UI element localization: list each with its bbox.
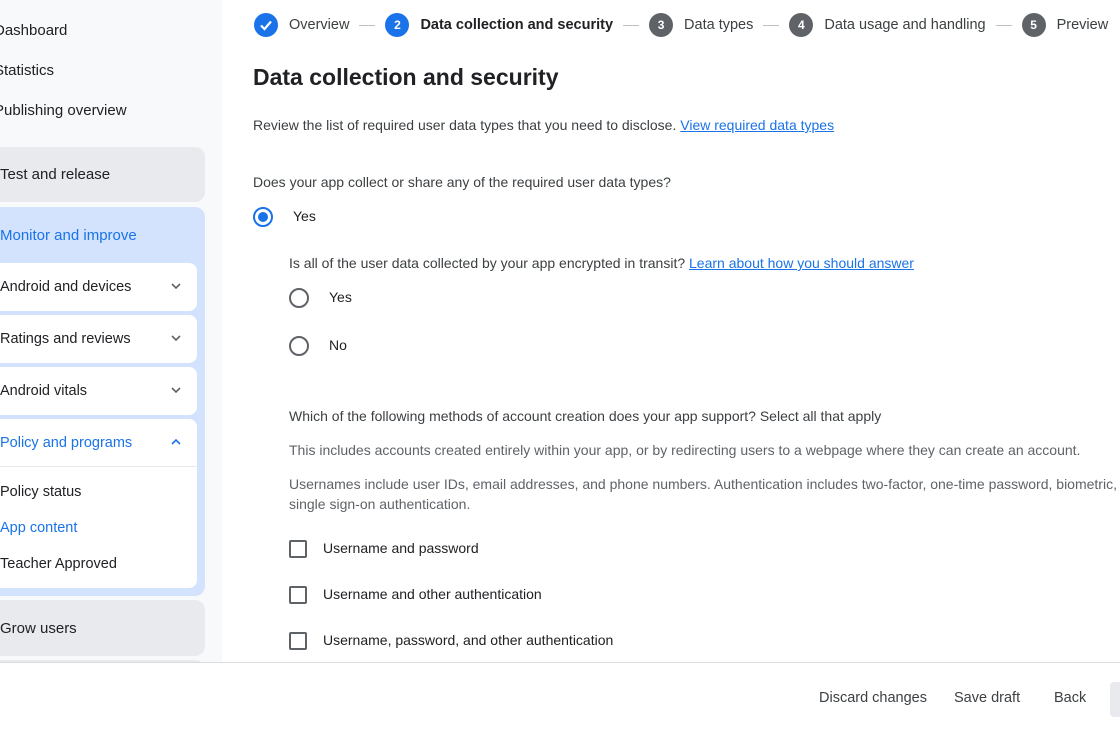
footer-action-bar: Discard changes Save draft Back	[0, 662, 1120, 731]
divider	[0, 466, 197, 467]
question-encrypted: Is all of the user data collected by you…	[289, 255, 914, 271]
step-number: 2	[385, 13, 410, 37]
chevron-down-icon	[171, 335, 181, 342]
step-label: Overview	[289, 17, 350, 33]
step-number: 4	[789, 13, 814, 37]
username-other-auth-label[interactable]: Username and other authentication	[323, 586, 542, 602]
username-other-auth-checkbox[interactable]	[289, 586, 307, 604]
sidebar-subitem-policy-status[interactable]: Policy status	[0, 484, 81, 500]
discard-changes-button[interactable]: Discard changes	[819, 690, 927, 706]
stepper: Overview 2 Data collection and security …	[254, 12, 1108, 38]
step-label: Data collection and security	[420, 17, 614, 33]
step-separator	[763, 24, 780, 26]
sidebar-item-label: Android vitals	[0, 383, 88, 399]
sidebar-item-ratings-and-reviews[interactable]: Ratings and reviews	[0, 315, 197, 363]
encrypted-yes-label[interactable]: Yes	[329, 289, 352, 305]
step-separator	[995, 24, 1012, 26]
back-button[interactable]: Back	[1054, 690, 1086, 706]
sidebar-subitem-app-content[interactable]: App content	[0, 520, 77, 536]
account-usernames-description: Usernames include user IDs, email addres…	[289, 476, 1117, 492]
check-icon	[254, 13, 278, 37]
account-creation-description: This includes accounts created entirely …	[289, 442, 1081, 458]
sidebar-item-label: Policy and programs	[0, 435, 133, 451]
step-number: 5	[1021, 13, 1046, 37]
intro-text: Review the list of required user data ty…	[253, 117, 834, 133]
username-password-label[interactable]: Username and password	[323, 540, 479, 556]
step-number: 3	[649, 13, 674, 37]
section-label: Grow users	[0, 620, 77, 637]
question-collect-data: Does your app collect or share any of th…	[253, 174, 671, 190]
encrypted-no-radio[interactable]	[289, 336, 309, 356]
step-preview[interactable]: 5 Preview	[1021, 13, 1109, 37]
next-button[interactable]	[1110, 682, 1120, 717]
step-data-collection[interactable]: 2 Data collection and security	[385, 13, 613, 37]
section-label[interactable]: Monitor and improve	[0, 227, 137, 244]
step-separator	[359, 24, 376, 26]
page-title: Data collection and security	[253, 64, 559, 90]
account-usernames-description-cont: single sign-on authentication.	[289, 496, 471, 512]
intro-label: Review the list of required user data ty…	[253, 117, 677, 133]
collect-yes-radio[interactable]	[253, 207, 273, 227]
step-label: Preview	[1056, 17, 1109, 33]
question-account-creation: Which of the following methods of accoun…	[289, 408, 882, 424]
sidebar-item-label: Ratings and reviews	[0, 331, 131, 347]
sidebar-item-statistics[interactable]: Statistics	[0, 62, 54, 79]
sidebar-item-dashboard[interactable]: Dashboard	[0, 22, 67, 39]
sidebar: Dashboard Statistics Publishing overview…	[0, 0, 222, 662]
learn-how-to-answer-link[interactable]: Learn about how you should answer	[689, 255, 914, 271]
save-draft-button[interactable]: Save draft	[954, 690, 1020, 706]
encrypted-no-label[interactable]: No	[329, 337, 347, 353]
sidebar-subitem-teacher-approved[interactable]: Teacher Approved	[0, 556, 117, 572]
sidebar-section-test-and-release[interactable]: Test and release	[0, 147, 205, 202]
step-overview[interactable]: Overview	[254, 13, 349, 37]
chevron-down-icon	[171, 283, 181, 290]
sidebar-section-grow-users[interactable]: Grow users	[0, 600, 205, 656]
collect-yes-label[interactable]: Yes	[293, 208, 316, 224]
sidebar-item-label: Android and devices	[0, 279, 132, 295]
chevron-up-icon	[171, 438, 181, 445]
step-data-types[interactable]: 3 Data types	[649, 13, 753, 37]
step-separator	[623, 24, 640, 26]
sidebar-item-publishing-overview[interactable]: Publishing overview	[0, 102, 127, 119]
chevron-down-icon	[171, 387, 181, 394]
view-required-data-types-link[interactable]: View required data types	[680, 117, 834, 133]
sidebar-item-android-and-devices[interactable]: Android and devices	[0, 263, 197, 311]
sidebar-item-policy-and-programs[interactable]: Policy and programs Policy status App co…	[0, 419, 197, 588]
encrypted-yes-radio[interactable]	[289, 288, 309, 308]
section-label: Test and release	[0, 166, 111, 183]
step-data-usage[interactable]: 4 Data usage and handling	[789, 13, 986, 37]
username-password-other-auth-label[interactable]: Username, password, and other authentica…	[323, 632, 613, 648]
username-password-other-auth-checkbox[interactable]	[289, 632, 307, 650]
username-password-checkbox[interactable]	[289, 540, 307, 558]
step-label: Data types	[684, 17, 754, 33]
question-encrypted-label: Is all of the user data collected by you…	[289, 255, 686, 271]
sidebar-item-android-vitals[interactable]: Android vitals	[0, 367, 197, 415]
step-label: Data usage and handling	[824, 17, 986, 33]
